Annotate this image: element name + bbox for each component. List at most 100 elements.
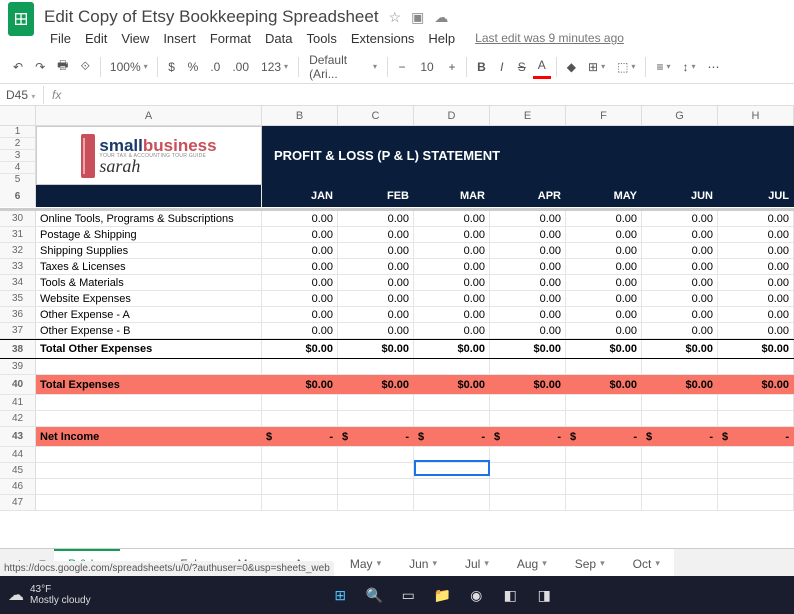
cell[interactable]: $0.00 <box>338 375 414 394</box>
row-header[interactable]: 43 <box>0 427 36 446</box>
paint-format-icon[interactable]: ⟐ <box>75 55 94 78</box>
cell[interactable]: Taxes & Licenses <box>36 259 262 274</box>
cell[interactable] <box>642 495 718 510</box>
cell[interactable] <box>490 495 566 510</box>
row-header[interactable]: 5 <box>0 174 35 185</box>
cell[interactable]: 0.00 <box>490 275 566 290</box>
decrease-font-icon[interactable]: − <box>393 56 411 78</box>
row-header[interactable]: 32 <box>0 243 36 258</box>
cloud-icon[interactable]: ☁ <box>434 9 448 26</box>
cell[interactable] <box>36 495 262 510</box>
cell[interactable] <box>490 411 566 426</box>
row-header[interactable]: 41 <box>0 395 36 410</box>
cell[interactable]: 0.00 <box>490 307 566 322</box>
cell[interactable]: Postage & Shipping <box>36 227 262 242</box>
cell[interactable] <box>642 463 718 478</box>
cell[interactable] <box>718 359 794 374</box>
sheet-tab[interactable]: Aug▾ <box>503 549 561 577</box>
row-header[interactable]: 2 <box>0 138 35 150</box>
cell[interactable]: FEB <box>338 185 414 207</box>
cell[interactable]: Total Other Expenses <box>36 340 262 358</box>
cell[interactable] <box>338 447 414 462</box>
row-header[interactable]: 39 <box>0 359 36 374</box>
print-icon[interactable]: 🖶 <box>52 52 73 81</box>
row-header[interactable]: 38 <box>0 340 36 358</box>
cell[interactable]: 0.00 <box>642 227 718 242</box>
zoom-select[interactable]: 100% <box>106 58 152 76</box>
menu-edit[interactable]: Edit <box>79 29 113 48</box>
cell[interactable]: 0.00 <box>414 243 490 258</box>
merge-icon[interactable]: ⬚ <box>612 56 640 78</box>
row-header[interactable]: 45 <box>0 463 36 478</box>
formula-bar[interactable]: fx <box>44 86 69 104</box>
menu-help[interactable]: Help <box>422 29 461 48</box>
cell[interactable]: $0.00 <box>566 375 642 394</box>
cell[interactable]: 0.00 <box>262 259 338 274</box>
sheets-logo[interactable] <box>8 2 34 36</box>
cell[interactable] <box>566 395 642 410</box>
cell[interactable]: 0.00 <box>718 259 794 274</box>
cell[interactable]: $0.00 <box>718 375 794 394</box>
cell[interactable]: JAN <box>262 185 338 207</box>
cell[interactable]: $0.00 <box>262 375 338 394</box>
cell[interactable]: $0.00 <box>566 340 642 358</box>
sheet-tab[interactable]: May▾ <box>336 549 395 577</box>
cell[interactable] <box>718 447 794 462</box>
row-header[interactable]: 47 <box>0 495 36 510</box>
col-header[interactable]: D <box>414 106 490 125</box>
cell[interactable] <box>36 359 262 374</box>
sheet-tab[interactable]: Jul▾ <box>451 549 503 577</box>
sheet-tab[interactable]: Sep▾ <box>561 549 619 577</box>
cell[interactable]: 0.00 <box>718 323 794 338</box>
cell[interactable] <box>338 411 414 426</box>
cell[interactable]: MAR <box>414 185 490 207</box>
cell[interactable]: $0.00 <box>490 340 566 358</box>
select-all-corner[interactable] <box>0 106 36 125</box>
cell[interactable] <box>642 479 718 494</box>
cell[interactable] <box>718 411 794 426</box>
font-select[interactable]: Default (Ari... <box>304 49 382 85</box>
fill-color-icon[interactable]: ◆ <box>562 56 581 78</box>
cell[interactable]: 0.00 <box>642 275 718 290</box>
menu-data[interactable]: Data <box>259 29 298 48</box>
cell[interactable]: 0.00 <box>490 323 566 338</box>
currency-icon[interactable]: $ <box>163 56 181 78</box>
cell[interactable] <box>718 479 794 494</box>
cell[interactable]: 0.00 <box>566 259 642 274</box>
cell[interactable] <box>566 495 642 510</box>
cell[interactable]: 0.00 <box>338 227 414 242</box>
row-header[interactable]: 42 <box>0 411 36 426</box>
col-header[interactable]: B <box>262 106 338 125</box>
weather-widget[interactable]: ☁ 43°F Mostly cloudy <box>8 584 91 606</box>
cell[interactable]: 0.00 <box>414 259 490 274</box>
cell[interactable] <box>566 411 642 426</box>
cell[interactable]: 0.00 <box>338 211 414 226</box>
cell[interactable]: 0.00 <box>642 323 718 338</box>
cell[interactable]: 0.00 <box>490 259 566 274</box>
cell[interactable] <box>36 447 262 462</box>
cell[interactable]: Net Income <box>36 427 262 446</box>
cell[interactable]: $0.00 <box>642 340 718 358</box>
cell[interactable]: 0.00 <box>338 243 414 258</box>
increase-font-icon[interactable]: + <box>443 56 461 78</box>
toolbar-more-icon[interactable]: ⋯ <box>702 56 724 78</box>
last-edit[interactable]: Last edit was 9 minutes ago <box>469 29 630 47</box>
cell[interactable]: $0.00 <box>490 375 566 394</box>
cell[interactable] <box>338 359 414 374</box>
cell[interactable]: 0.00 <box>642 291 718 306</box>
sheet-tab[interactable]: Jun▾ <box>395 549 451 577</box>
cell[interactable]: 0.00 <box>338 259 414 274</box>
cell[interactable]: 0.00 <box>718 291 794 306</box>
cell[interactable] <box>414 463 490 478</box>
row-header[interactable]: 1 <box>0 126 35 138</box>
cell[interactable]: Other Expense - B <box>36 323 262 338</box>
cell[interactable]: 0.00 <box>414 275 490 290</box>
cell[interactable]: 0.00 <box>566 323 642 338</box>
cell[interactable] <box>36 463 262 478</box>
cell[interactable] <box>642 447 718 462</box>
cell[interactable]: JUN <box>642 185 718 207</box>
cell[interactable]: 0.00 <box>718 211 794 226</box>
cell[interactable]: 0.00 <box>718 307 794 322</box>
col-header[interactable]: G <box>642 106 718 125</box>
col-header[interactable]: H <box>718 106 794 125</box>
